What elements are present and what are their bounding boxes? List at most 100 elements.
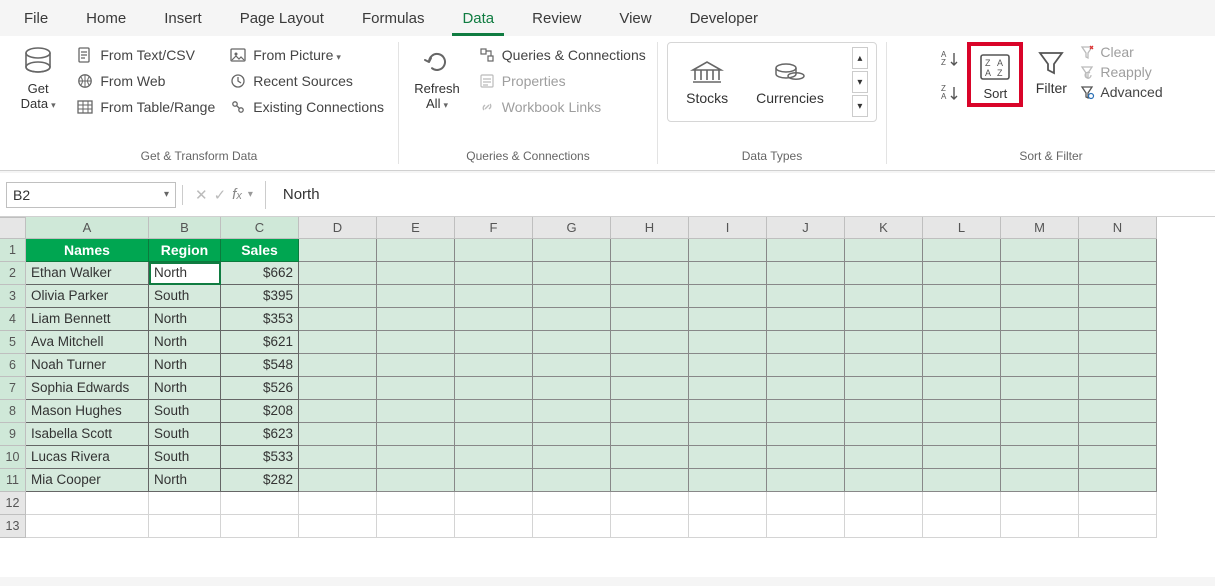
sort-desc-button[interactable]: ZA (939, 82, 961, 104)
cell[interactable] (26, 492, 149, 515)
name-box[interactable]: B2 ▾ (6, 182, 176, 208)
cell[interactable] (1001, 239, 1079, 262)
cell[interactable] (299, 331, 377, 354)
cell[interactable] (845, 308, 923, 331)
cell[interactable] (923, 469, 1001, 492)
cell[interactable] (689, 308, 767, 331)
cell[interactable] (455, 354, 533, 377)
row-header[interactable]: 5 (0, 331, 26, 354)
column-header[interactable]: D (299, 217, 377, 239)
row-header[interactable]: 9 (0, 423, 26, 446)
datatype-scroll[interactable]: ▴ ▾ ▾ (852, 47, 868, 117)
cell[interactable] (455, 308, 533, 331)
cell[interactable] (299, 469, 377, 492)
cell[interactable] (689, 331, 767, 354)
cell[interactable] (1001, 423, 1079, 446)
recent-sources-button[interactable]: Recent Sources (227, 70, 386, 92)
cell[interactable] (299, 492, 377, 515)
cell[interactable] (377, 377, 455, 400)
cell[interactable]: $353 (221, 308, 299, 331)
cell[interactable] (1079, 515, 1157, 538)
cell[interactable] (767, 446, 845, 469)
cell[interactable] (767, 308, 845, 331)
cell[interactable] (611, 492, 689, 515)
cell[interactable] (1001, 354, 1079, 377)
cell[interactable]: North (149, 469, 221, 492)
cell[interactable] (923, 285, 1001, 308)
spreadsheet-grid[interactable]: ABCDEFGHIJKLMN 1NamesRegionSales2Ethan W… (0, 217, 1215, 577)
cell[interactable]: North (149, 377, 221, 400)
datatype-more-icon[interactable]: ▾ (852, 95, 868, 117)
fx-icon[interactable]: fx (232, 186, 242, 203)
cell[interactable] (533, 262, 611, 285)
cell[interactable]: Ethan Walker (26, 262, 149, 285)
cell[interactable] (767, 331, 845, 354)
cell[interactable] (1001, 285, 1079, 308)
cell[interactable] (299, 262, 377, 285)
cell[interactable] (1001, 308, 1079, 331)
cell[interactable] (377, 515, 455, 538)
existing-connections-button[interactable]: Existing Connections (227, 96, 386, 118)
cell[interactable] (455, 492, 533, 515)
tab-page-layout[interactable]: Page Layout (230, 6, 334, 36)
table-header-cell[interactable]: Sales (221, 239, 299, 262)
cell[interactable]: South (149, 446, 221, 469)
datatype-down-icon[interactable]: ▾ (852, 71, 868, 93)
cell[interactable] (377, 492, 455, 515)
cell[interactable] (299, 285, 377, 308)
cell[interactable] (845, 446, 923, 469)
column-header[interactable]: H (611, 217, 689, 239)
cell[interactable] (845, 492, 923, 515)
cell[interactable] (533, 239, 611, 262)
tab-file[interactable]: File (14, 6, 58, 36)
row-header[interactable]: 11 (0, 469, 26, 492)
cell[interactable] (767, 377, 845, 400)
cell[interactable] (299, 308, 377, 331)
cell[interactable] (611, 285, 689, 308)
chevron-down-icon[interactable]: ▾ (248, 189, 253, 200)
tab-formulas[interactable]: Formulas (352, 6, 435, 36)
cell[interactable] (845, 285, 923, 308)
cell[interactable] (299, 515, 377, 538)
row-header[interactable]: 13 (0, 515, 26, 538)
cell[interactable] (299, 239, 377, 262)
sort-button[interactable]: ZAAZ Sort (967, 42, 1023, 107)
column-header[interactable]: F (455, 217, 533, 239)
cell[interactable] (611, 515, 689, 538)
cell[interactable] (533, 492, 611, 515)
column-header[interactable]: K (845, 217, 923, 239)
cell[interactable] (689, 262, 767, 285)
cell[interactable] (845, 331, 923, 354)
from-picture-button[interactable]: From Picture (227, 44, 386, 66)
cell[interactable] (767, 423, 845, 446)
cell[interactable] (611, 262, 689, 285)
cell[interactable] (845, 239, 923, 262)
cell[interactable]: $548 (221, 354, 299, 377)
cell[interactable] (221, 492, 299, 515)
datatype-up-icon[interactable]: ▴ (852, 47, 868, 69)
cell[interactable] (689, 377, 767, 400)
column-header[interactable]: I (689, 217, 767, 239)
column-header[interactable]: L (923, 217, 1001, 239)
tab-review[interactable]: Review (522, 6, 591, 36)
cell[interactable] (689, 239, 767, 262)
cell[interactable] (923, 492, 1001, 515)
select-all-corner[interactable] (0, 217, 26, 239)
cell[interactable] (611, 446, 689, 469)
cell[interactable] (1079, 377, 1157, 400)
from-table-range-button[interactable]: From Table/Range (74, 96, 217, 118)
cell[interactable] (1079, 331, 1157, 354)
cell[interactable]: Mason Hughes (26, 400, 149, 423)
cell[interactable] (611, 354, 689, 377)
cell[interactable] (767, 515, 845, 538)
cell[interactable] (611, 400, 689, 423)
tab-data[interactable]: Data (452, 6, 504, 36)
cell[interactable] (845, 354, 923, 377)
cell[interactable] (299, 423, 377, 446)
cell[interactable]: Sophia Edwards (26, 377, 149, 400)
cell[interactable] (689, 446, 767, 469)
cell[interactable] (1001, 331, 1079, 354)
cell[interactable]: North (149, 262, 221, 285)
cell[interactable] (149, 492, 221, 515)
table-header-cell[interactable]: Region (149, 239, 221, 262)
